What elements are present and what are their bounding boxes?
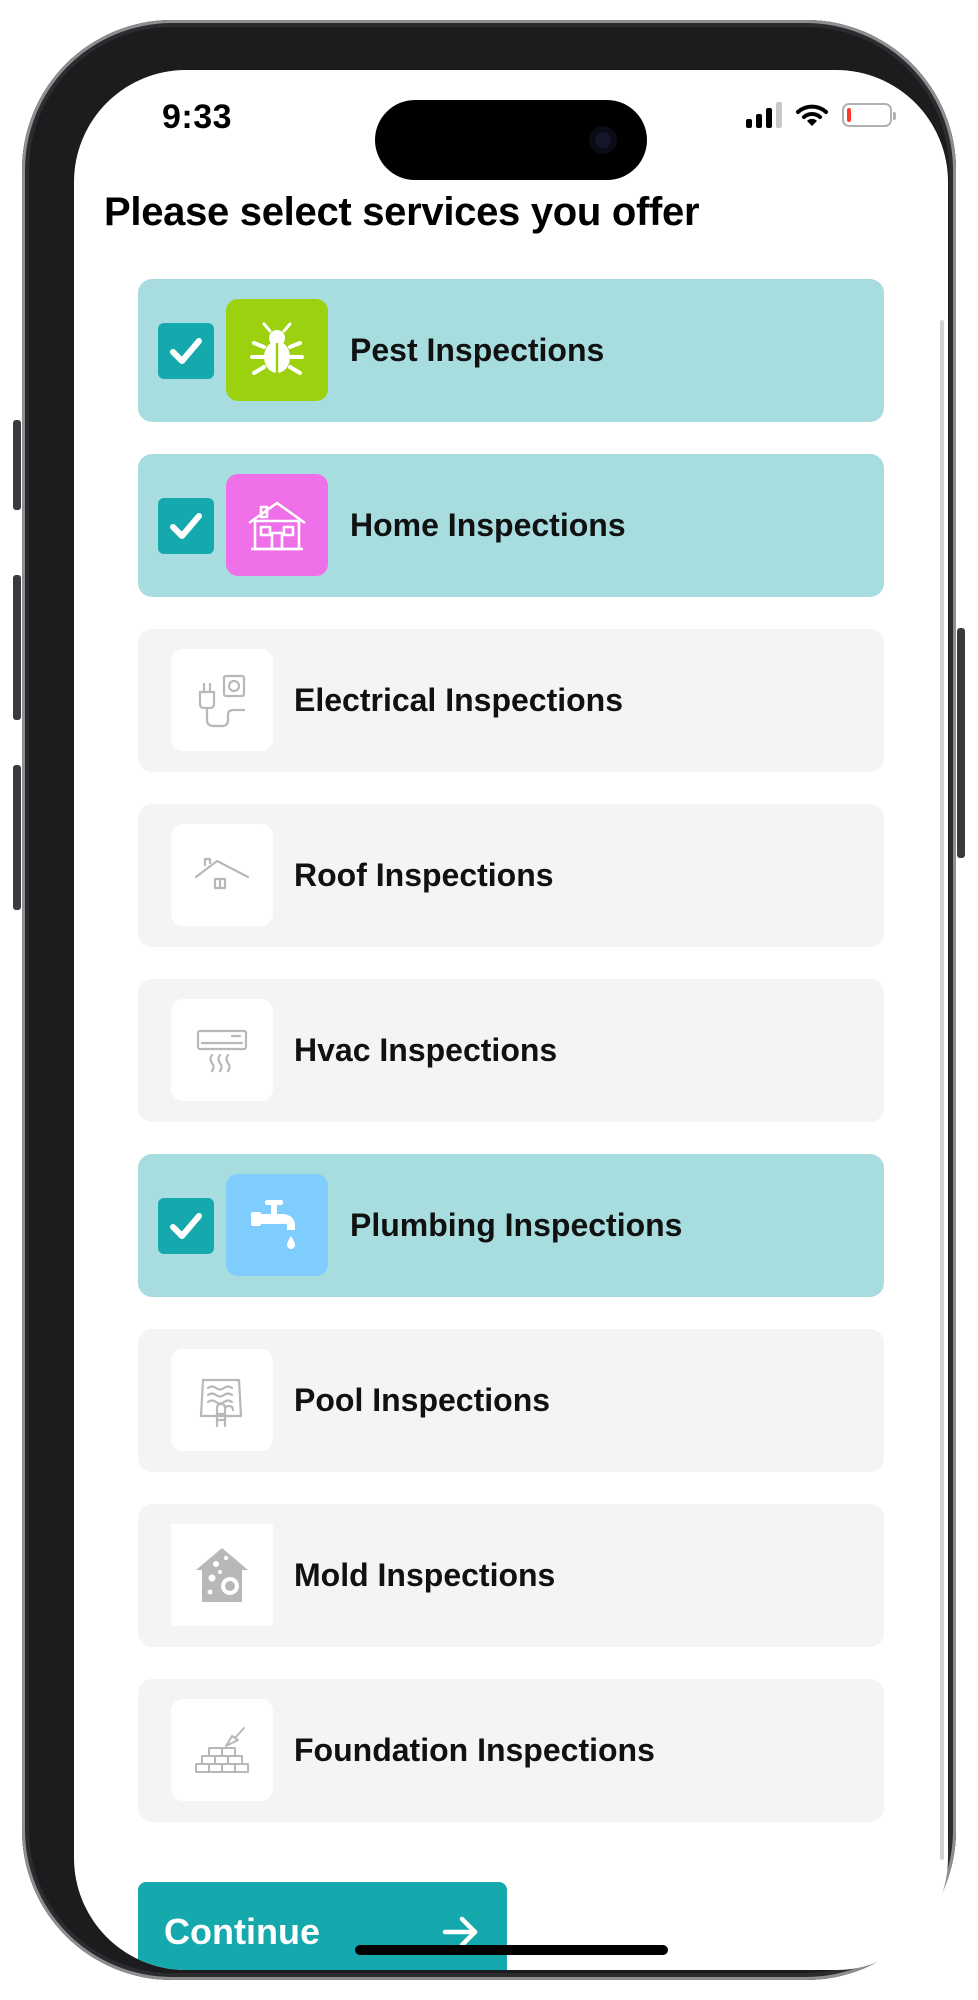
- scrollbar[interactable]: [940, 320, 944, 1860]
- service-icon-tile: [171, 999, 273, 1101]
- arrow-right-icon: [442, 1916, 478, 1948]
- service-icon-tile: [226, 1174, 328, 1276]
- service-checkbox[interactable]: [158, 498, 214, 554]
- checkmark-icon: [170, 1213, 202, 1239]
- service-label: Hvac Inspections: [294, 1032, 558, 1068]
- bug-icon: [250, 322, 304, 375]
- service-card-roof[interactable]: Roof Inspections: [138, 804, 884, 947]
- service-card-pool[interactable]: Pool Inspections: [138, 1329, 884, 1472]
- service-card-mold[interactable]: Mold Inspections: [138, 1504, 884, 1647]
- service-label: Roof Inspections: [294, 857, 554, 893]
- faucet-icon: [251, 1200, 295, 1249]
- camera-icon: [589, 126, 617, 154]
- service-label: Pool Inspections: [294, 1382, 551, 1418]
- action-button: [13, 420, 21, 510]
- continue-label: Continue: [164, 1911, 320, 1952]
- continue-button[interactable]: Continue: [138, 1882, 507, 1970]
- service-card-hvac[interactable]: Hvac Inspections: [138, 979, 884, 1122]
- status-time: 9:33: [162, 98, 233, 136]
- checkmark-icon: [170, 338, 202, 364]
- battery-level: [847, 108, 851, 122]
- volume-down-button: [13, 765, 21, 910]
- air-conditioner-icon: [196, 1029, 248, 1073]
- cellular-signal-icon: [746, 102, 782, 128]
- service-label: Home Inspections: [350, 507, 626, 543]
- service-icon-tile: [171, 1699, 273, 1801]
- phone-frame: 9:33 Please select services you offer Pe…: [22, 20, 956, 1980]
- volume-up-button: [13, 575, 21, 720]
- checkmark-icon: [170, 513, 202, 539]
- service-list: Pest Inspections Home Inspections Electr…: [138, 279, 884, 1854]
- service-label: Plumbing Inspections: [350, 1207, 683, 1243]
- service-icon-tile: [226, 299, 328, 401]
- service-card-foundation[interactable]: Foundation Inspections: [138, 1679, 884, 1822]
- service-icon-tile: [171, 649, 273, 751]
- service-card-electrical[interactable]: Electrical Inspections: [138, 629, 884, 772]
- battery-icon: [842, 103, 896, 127]
- status-icons: [746, 102, 896, 128]
- power-button: [957, 628, 965, 858]
- bricks-trowel-icon: [195, 1727, 249, 1773]
- pool-icon: [199, 1378, 243, 1428]
- service-checkbox[interactable]: [158, 323, 214, 379]
- page-title: Please select services you offer: [104, 190, 700, 234]
- wifi-icon: [796, 104, 828, 126]
- service-icon-tile: [171, 1524, 273, 1626]
- mold-house-icon: [196, 1548, 248, 1602]
- service-label: Foundation Inspections: [294, 1732, 655, 1768]
- service-label: Mold Inspections: [294, 1557, 556, 1593]
- dynamic-island: [375, 100, 647, 180]
- service-card-home[interactable]: Home Inspections: [138, 454, 884, 597]
- service-card-pest[interactable]: Pest Inspections: [138, 279, 884, 422]
- service-icon-tile: [226, 474, 328, 576]
- home-indicator[interactable]: [355, 1945, 668, 1955]
- service-label: Pest Inspections: [350, 332, 605, 368]
- service-icon-tile: [171, 824, 273, 926]
- roof-icon: [194, 857, 250, 890]
- service-label: Electrical Inspections: [294, 682, 624, 718]
- house-icon: [248, 501, 306, 551]
- plug-icon: [198, 674, 246, 728]
- service-card-plumbing[interactable]: Plumbing Inspections: [138, 1154, 884, 1297]
- service-icon-tile: [171, 1349, 273, 1451]
- phone-screen: 9:33 Please select services you offer Pe…: [74, 70, 948, 1970]
- service-checkbox[interactable]: [158, 1198, 214, 1254]
